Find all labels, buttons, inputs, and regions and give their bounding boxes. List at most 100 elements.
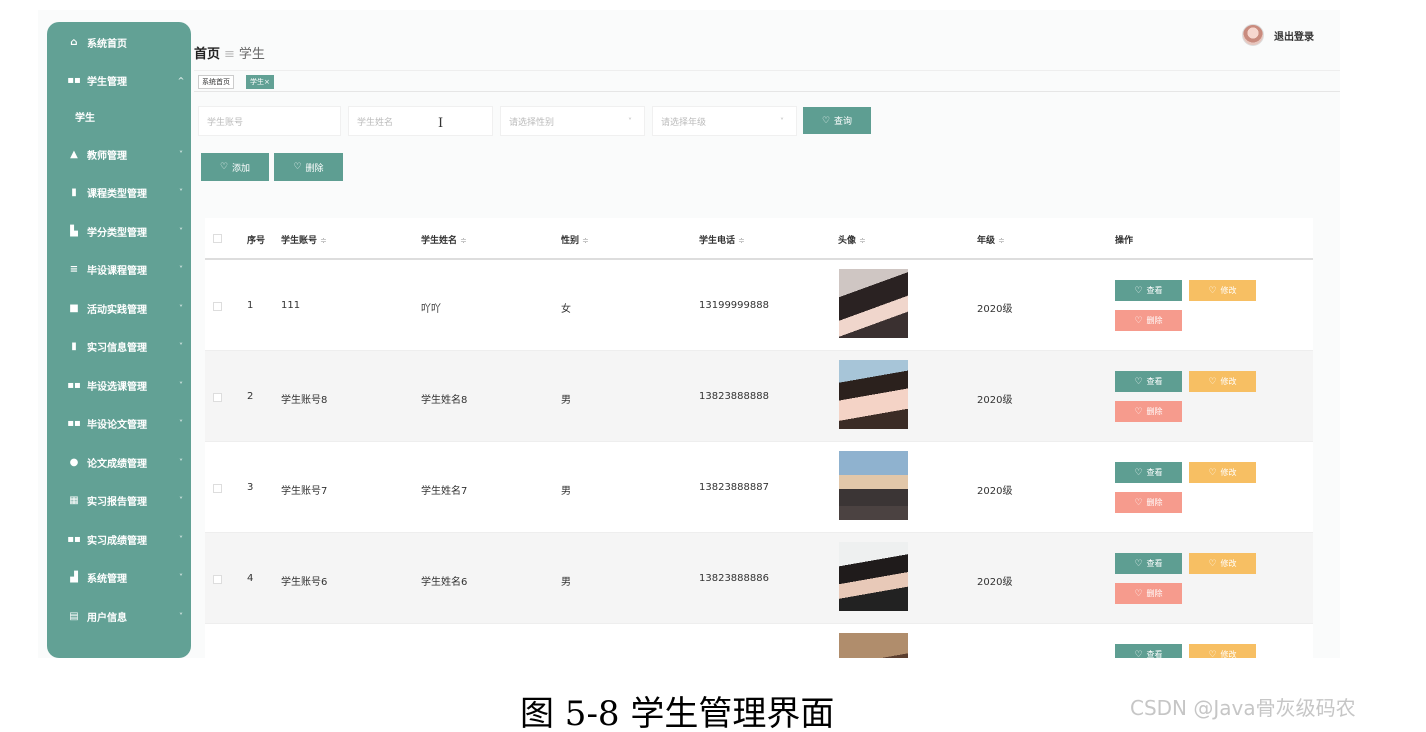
tab-home[interactable]: 系统首页 <box>198 75 234 89</box>
sidebar-item-label: 毕设论文管理 <box>87 419 147 431</box>
heart-icon: ♡ <box>1134 558 1143 569</box>
gender-select[interactable]: 请选择性别 ˅ <box>500 106 645 136</box>
header-account[interactable]: 学生账号 ≑ <box>281 233 327 246</box>
select-all-checkbox[interactable] <box>213 234 222 243</box>
heart-icon: ♡ <box>1134 376 1143 387</box>
sidebar-item-credit-type[interactable]: ▙ 学分类型管理 ˅ <box>47 219 191 243</box>
header-name[interactable]: 学生姓名 ≑ <box>421 233 467 246</box>
sidebar-item-activity-practice[interactable]: ■ 活动实践管理 ˅ <box>47 296 191 320</box>
avatar-photo <box>839 360 908 429</box>
avatar-photo <box>839 542 908 611</box>
sidebar-item-label: 毕设课程管理 <box>87 265 147 277</box>
heart-icon: ♡ <box>1134 649 1143 659</box>
logout-link[interactable]: 退出登录 <box>1274 28 1314 43</box>
sort-icon: ≑ <box>320 236 327 245</box>
sidebar-item-internship-info[interactable]: ▮ 实习信息管理 ˅ <box>47 334 191 358</box>
row-delete-button[interactable]: ♡ 删除 <box>1115 583 1182 604</box>
sort-icon: ≑ <box>582 236 589 245</box>
sidebar-item-thesis-paper[interactable]: ▪▪ 毕设论文管理 ˅ <box>47 411 191 435</box>
view-button[interactable]: ♡ 查看 <box>1115 644 1182 658</box>
chevron-down-icon: ˅ <box>179 611 183 621</box>
sort-icon: ≑ <box>460 236 467 245</box>
sidebar-item-internship-grade[interactable]: ▪▪ 实习成绩管理 ˅ <box>47 527 191 551</box>
chevron-down-icon: ˅ <box>179 572 183 582</box>
search-button[interactable]: ♡ 查询 <box>803 107 871 134</box>
breadcrumb-home[interactable]: 首页 <box>194 47 220 62</box>
table-row: 3 学生账号7 学生姓名7 男 13823888887 2020级 ♡ 查看 ♡ 修改 ♡ 删除 <box>205 442 1313 533</box>
cell-grade: 2020级 <box>977 577 1013 588</box>
cell-name: 学生姓名6 <box>421 577 468 588</box>
sidebar-item-home[interactable]: ⌂ 系统首页 <box>47 30 191 54</box>
chevron-down-icon: ˅ <box>179 534 183 544</box>
row-checkbox[interactable] <box>213 302 222 311</box>
sidebar-item-thesis-course[interactable]: ≡ 毕设课程管理 ˅ <box>47 257 191 281</box>
header-phone[interactable]: 学生电话 ≑ <box>699 233 745 246</box>
view-button-label: 查看 <box>1146 559 1163 568</box>
sidebar-item-system-management[interactable]: ▟ 系统管理 ˅ <box>47 565 191 589</box>
sidebar-item-teacher-management[interactable]: ▲ 教师管理 ˅ <box>47 142 191 166</box>
sidebar-subitem-student[interactable]: 学生 <box>47 104 191 128</box>
user-area: 退出登录 <box>1242 24 1314 46</box>
avatar[interactable] <box>1242 24 1264 46</box>
grade-select[interactable]: 请选择年级 ˅ <box>652 106 797 136</box>
cell-phone: 13823888887 <box>699 482 769 493</box>
sidebar-item-label: 系统管理 <box>87 573 127 585</box>
heart-icon: ♡ <box>1208 467 1217 478</box>
sidebar-item-thesis-grade[interactable]: ● 论文成绩管理 ˅ <box>47 450 191 474</box>
edit-button[interactable]: ♡ 修改 <box>1189 644 1256 658</box>
view-button[interactable]: ♡ 查看 <box>1115 553 1182 574</box>
delete-button[interactable]: ♡ 删除 <box>274 153 343 181</box>
edit-button[interactable]: ♡ 修改 <box>1189 462 1256 483</box>
sidebar-item-label: 实习报告管理 <box>87 496 147 508</box>
sidebar-item-label: 学分类型管理 <box>87 227 147 239</box>
chevron-up-icon: ^ <box>177 75 185 85</box>
header-phone-label: 学生电话 <box>699 236 736 246</box>
header-avatar[interactable]: 头像 ≑ <box>838 233 866 246</box>
row-checkbox[interactable] <box>213 393 222 402</box>
name-placeholder: 学生姓名 <box>357 117 394 128</box>
row-checkbox[interactable] <box>213 484 222 493</box>
header-operations: 操作 <box>1115 236 1134 246</box>
tab-student[interactable]: 学生× <box>246 75 274 89</box>
delete-button-label: 删除 <box>305 163 324 174</box>
edit-button-label: 修改 <box>1220 286 1237 295</box>
clipboard-icon: ▮ <box>71 340 77 352</box>
name-search-input[interactable]: 学生姓名 <box>348 106 493 136</box>
view-button[interactable]: ♡ 查看 <box>1115 280 1182 301</box>
header-grade[interactable]: 年级 ≑ <box>977 233 1005 246</box>
header-index: 序号 <box>247 236 266 246</box>
account-search-input[interactable]: 学生账号 <box>198 106 341 136</box>
sidebar-item-thesis-selection[interactable]: ▪▪ 毕设选课管理 ˅ <box>47 373 191 397</box>
view-button[interactable]: ♡ 查看 <box>1115 371 1182 392</box>
cell-index: 1 <box>247 300 254 311</box>
header-gender[interactable]: 性别 ≑ <box>561 233 589 246</box>
chart-icon: ▙ <box>70 225 78 237</box>
cell-gender: 男 <box>561 395 571 406</box>
view-button-label: 查看 <box>1146 286 1163 295</box>
edit-button[interactable]: ♡ 修改 <box>1189 553 1256 574</box>
sidebar-item-course-type[interactable]: ▮ 课程类型管理 ˅ <box>47 180 191 204</box>
row-delete-button[interactable]: ♡ 删除 <box>1115 310 1182 331</box>
heart-icon: ♡ <box>219 162 229 172</box>
add-button[interactable]: ♡ 添加 <box>201 153 269 181</box>
edit-button[interactable]: ♡ 修改 <box>1189 280 1256 301</box>
printer-icon: ■ <box>69 302 79 314</box>
view-button-label: 查看 <box>1146 468 1163 477</box>
sidebar-item-student-management[interactable]: ▪▪ 学生管理 ^ <box>47 68 191 92</box>
chevron-down-icon: ˅ <box>179 380 183 390</box>
cell-grade: 2020级 <box>977 486 1013 497</box>
view-button[interactable]: ♡ 查看 <box>1115 462 1182 483</box>
clipboard-icon: ▮ <box>71 186 77 198</box>
sidebar-item-user-info[interactable]: ▤ 用户信息 ˅ <box>47 604 191 628</box>
cell-phone: 13199999888 <box>699 300 769 311</box>
header-account-label: 学生账号 <box>281 236 318 246</box>
grid-icon: ▪▪ <box>67 417 81 429</box>
figure-caption: 图 5-8 学生管理界面 <box>520 694 835 732</box>
sidebar-item-internship-report[interactable]: ▦ 实习报告管理 ˅ <box>47 488 191 512</box>
sidebar-item-label: 学生管理 <box>87 76 127 88</box>
row-delete-button[interactable]: ♡ 删除 <box>1115 492 1182 513</box>
row-delete-button[interactable]: ♡ 删除 <box>1115 401 1182 422</box>
row-checkbox[interactable] <box>213 575 222 584</box>
heart-icon: ♡ <box>821 115 831 126</box>
edit-button[interactable]: ♡ 修改 <box>1189 371 1256 392</box>
